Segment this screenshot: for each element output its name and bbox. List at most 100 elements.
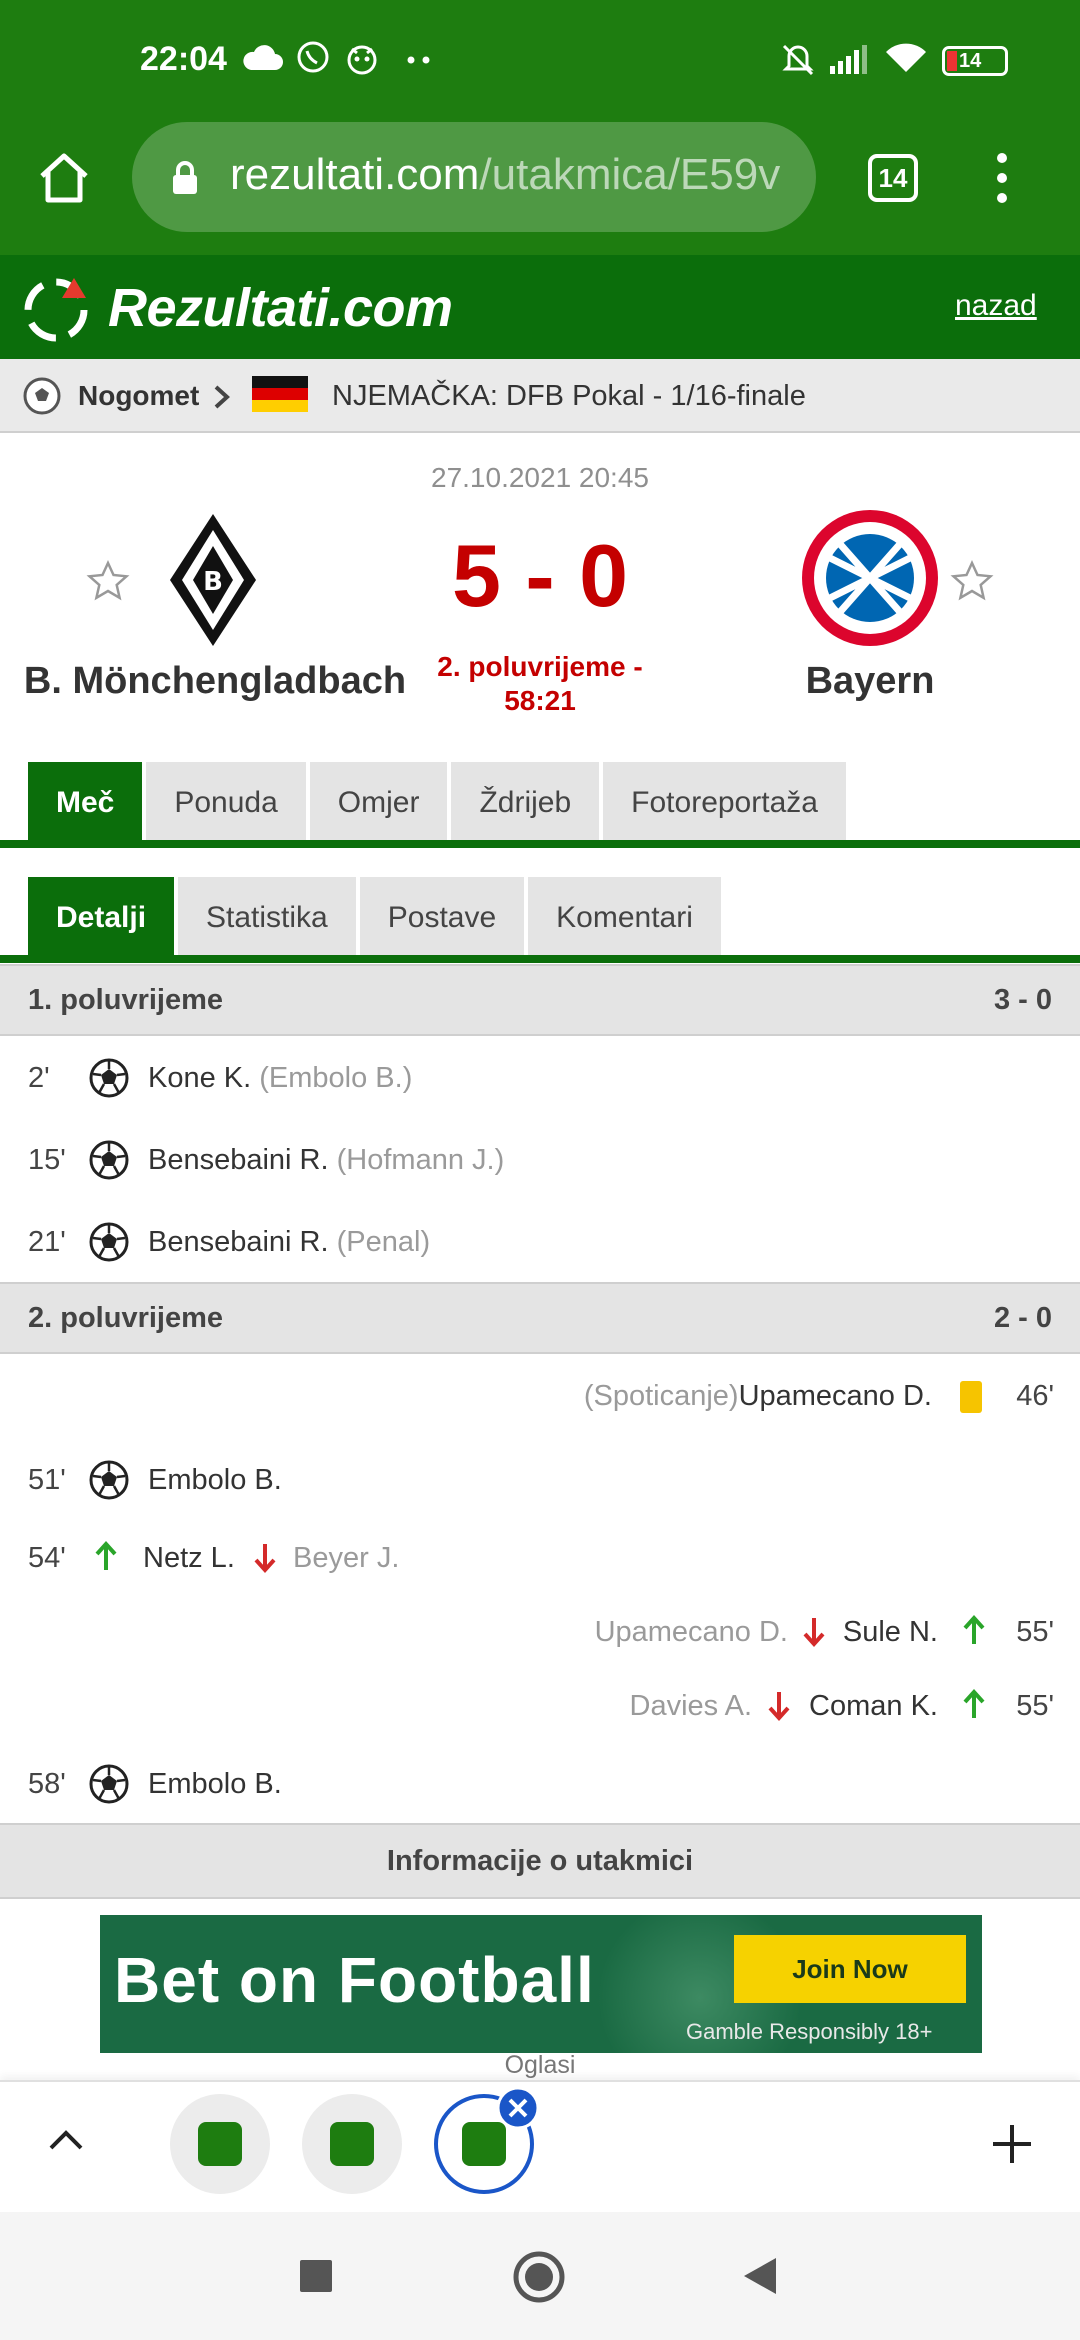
breadcrumb-sport[interactable]: Nogomet [78,380,199,412]
goal-ball-icon [89,1764,129,1804]
recents-button-icon[interactable] [300,2260,332,2292]
event-player[interactable]: Embolo B. [148,1768,282,1800]
chevron-up-icon[interactable] [48,2128,84,2152]
goal-event: Bensebaini R. (Penal) [148,1226,430,1259]
tab-mec[interactable]: Meč [28,762,143,844]
battery-icon: 14 [942,46,1008,76]
rezultati-favicon-icon [330,2122,374,2166]
match-status-clock: 58:21 [504,685,576,716]
away-team-name[interactable]: Bayern [740,660,1000,703]
browser-tab-thumb[interactable] [170,2094,270,2194]
chevron-right-icon [214,385,230,409]
url-text[interactable]: rezultati.com/utakmica/E59v [230,150,796,200]
gladbach-crest-icon[interactable]: B [166,510,260,650]
main-tabs: Meč Ponuda Omjer Ždrijeb Fotoreportaža [28,762,846,844]
cloud-icon [243,45,283,70]
viber-icon [297,41,329,73]
tab-zdrijeb[interactable]: Ždrijeb [451,762,600,844]
match-status: 2. poluvrijeme -58:21 [400,650,680,718]
event-player[interactable]: Bensebaini R. [148,1226,329,1258]
star-icon[interactable] [950,560,994,602]
site-brand[interactable]: Rezultati.com [108,277,453,339]
event-player[interactable]: Upamecano D. [739,1380,932,1412]
join-now-button[interactable]: Join Now [734,1935,966,2003]
sub-in-arrow-icon [95,1541,117,1570]
goal-ball-icon [89,1058,129,1098]
match-info-header[interactable]: Informacije o utakmici [0,1823,1080,1899]
tab-switcher-button[interactable]: 14 [868,154,918,202]
sub-in-arrow-icon [963,1615,985,1644]
event-minute: 21' [28,1226,66,1258]
card-event: (Spoticanje)Upamecano D. [584,1380,932,1413]
second-half-header: 2. poluvrijeme 2 - 0 [0,1282,1080,1354]
goal-ball-icon [89,1460,129,1500]
url-path: /utakmica/E59v [479,150,781,199]
event-minute: 54' [28,1542,66,1574]
germany-flag-icon [252,376,308,412]
sub-in-player[interactable]: Sule N. [843,1616,938,1649]
goal-event: Bensebaini R. (Hofmann J.) [148,1144,504,1177]
event-reason: (Spoticanje) [583,1380,739,1412]
signal-icon [830,45,867,74]
home-team-name[interactable]: B. Mönchengladbach [20,660,410,703]
event-detail: (Penal) [336,1226,431,1258]
sub-tabs-underline [0,955,1080,963]
goal-event: Embolo B. [148,1768,282,1801]
tab-fotoreportaza[interactable]: Fotoreportaža [603,762,846,844]
tab-statistika[interactable]: Statistika [178,877,356,959]
star-icon[interactable] [86,560,130,602]
ad-banner[interactable]: Bet on Football Join Now Gamble Responsi… [100,1915,982,2053]
battery-level: 14 [959,50,982,72]
main-tabs-underline [0,840,1080,848]
ad-title: Bet on Football [114,1944,595,2016]
event-minute: 55' [1016,1690,1054,1722]
breadcrumb-league[interactable]: NJEMAČKA: DFB Pokal - 1/16-finale [332,380,806,413]
sub-out-arrow-icon [254,1544,276,1573]
close-tab-icon[interactable] [496,2086,540,2130]
tab-postave[interactable]: Postave [359,877,525,959]
tab-detalji[interactable]: Detalji [28,877,175,959]
goal-event: Kone K. (Embolo B.) [148,1062,412,1095]
home-button-icon[interactable] [512,2250,566,2304]
tab-ponuda[interactable]: Ponuda [146,762,306,844]
sub-in-player[interactable]: Coman K. [809,1690,938,1723]
sub-in-player[interactable]: Netz L. [143,1542,235,1575]
event-assist: (Embolo B.) [259,1062,413,1094]
browser-tab-strip [0,2080,1080,2212]
event-minute: 58' [28,1768,66,1800]
mute-icon [782,44,814,76]
second-half-title: 2. poluvrijeme [28,1302,224,1334]
bayern-crest-icon[interactable] [800,508,940,648]
goal-event: Embolo B. [148,1464,282,1497]
match-status-period: 2. poluvrijeme - [437,651,643,682]
ad-label: Oglasi [504,2051,576,2079]
home-icon[interactable] [36,150,92,204]
event-player[interactable]: Bensebaini R. [148,1144,329,1176]
tab-omjer[interactable]: Omjer [309,762,448,844]
event-minute: 2' [28,1062,50,1094]
back-link[interactable]: nazad [955,289,1037,323]
event-player[interactable]: Embolo B. [148,1464,282,1496]
browser-tab-thumb[interactable] [302,2094,402,2194]
goal-ball-icon [89,1140,129,1180]
yellow-card-icon [960,1381,982,1413]
sub-out-arrow-icon [768,1692,790,1721]
tab-komentari[interactable]: Komentari [528,877,721,959]
new-tab-icon[interactable] [990,2122,1034,2166]
match-date: 27.10.2021 20:45 [431,462,649,493]
dots-icon [407,56,430,64]
mascot-icon [347,45,377,75]
rezultati-logo-icon[interactable] [20,272,96,344]
back-button-icon[interactable] [742,2256,778,2296]
football-icon [23,377,61,415]
lock-icon [173,161,197,194]
event-player[interactable]: Kone K. [148,1062,251,1094]
sub-out-arrow-icon [803,1618,825,1647]
more-menu-icon[interactable] [990,150,1014,206]
sub-out-player[interactable]: Davies A. [630,1690,753,1723]
sub-out-player[interactable]: Beyer J. [293,1542,399,1575]
goal-ball-icon [89,1222,129,1262]
event-minute: 51' [28,1464,66,1496]
sub-out-player[interactable]: Upamecano D. [595,1616,788,1649]
event-minute: 15' [28,1144,66,1176]
